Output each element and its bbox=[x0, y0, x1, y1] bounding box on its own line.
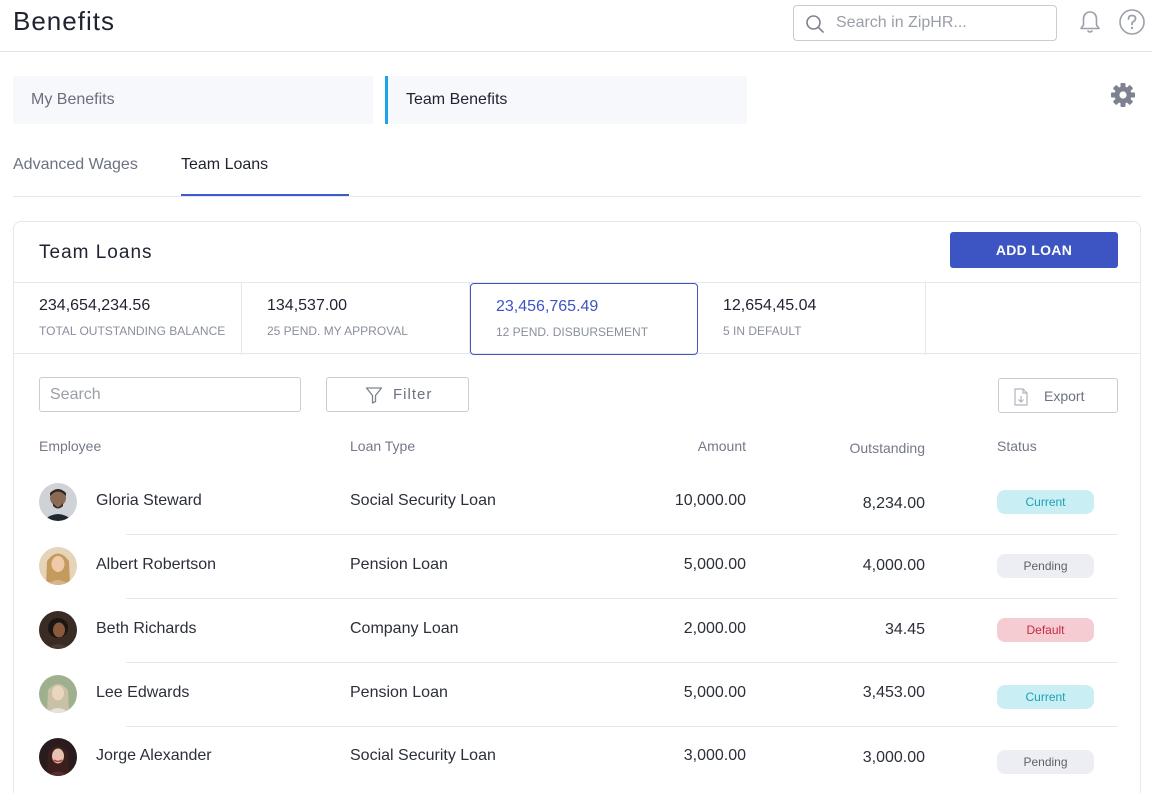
loan-type: Social Security Loan bbox=[350, 492, 496, 509]
loan-type: Pension Loan bbox=[350, 684, 448, 701]
loan-type: Social Security Loan bbox=[350, 747, 496, 764]
loan-outstanding: 3,000.00 bbox=[862, 749, 925, 766]
export-button[interactable]: Export bbox=[998, 378, 1118, 413]
avatar bbox=[39, 675, 77, 713]
employee-name: Albert Robertson bbox=[96, 556, 217, 573]
stat-value: 23,456,765.49 bbox=[496, 298, 599, 315]
help-icon[interactable] bbox=[1118, 8, 1146, 36]
tab-team-loans[interactable]: Team Loans bbox=[181, 156, 268, 174]
team-loans-card: Team Loans ADD LOAN 234,654,234.56 TOTAL… bbox=[13, 221, 1141, 793]
export-icon bbox=[1014, 388, 1028, 406]
filter-label: Filter bbox=[393, 386, 433, 403]
stat-value: 234,654,234.56 bbox=[39, 297, 151, 314]
status-badge: Pending bbox=[997, 554, 1094, 578]
tab-my-benefits[interactable]: My Benefits bbox=[13, 76, 373, 124]
loan-amount: 10,000.00 bbox=[674, 492, 746, 509]
gear-icon[interactable] bbox=[1109, 81, 1137, 109]
stat-label: 12 PEND. DISBURSEMENT bbox=[496, 325, 649, 339]
active-tab-indicator bbox=[181, 194, 349, 196]
stat-pending-approval[interactable]: 134,537.00 25 PEND. MY APPROVAL bbox=[242, 283, 470, 355]
stat-pending-disbursement[interactable]: 23,456,765.49 12 PEND. DISBURSEMENT bbox=[470, 283, 698, 355]
search-icon bbox=[806, 15, 824, 33]
table-search-input[interactable] bbox=[39, 377, 301, 412]
table-row[interactable]: Lee Edwards Pension Loan 5,000.00 3,453.… bbox=[14, 663, 1140, 727]
sub-tab-bar: Advanced Wages Team Loans bbox=[13, 150, 1141, 197]
column-header-amount[interactable]: Amount bbox=[698, 438, 746, 454]
employee-name: Beth Richards bbox=[96, 620, 197, 637]
loan-amount: 3,000.00 bbox=[683, 747, 746, 764]
stat-label: 5 IN DEFAULT bbox=[723, 324, 802, 338]
global-search[interactable] bbox=[793, 5, 1057, 41]
add-loan-button[interactable]: ADD LOAN bbox=[950, 232, 1118, 268]
export-label: Export bbox=[1044, 388, 1085, 404]
table-row[interactable]: Jorge Alexander Social Security Loan 3,0… bbox=[14, 726, 1140, 790]
stat-label: 25 PEND. MY APPROVAL bbox=[267, 324, 408, 338]
stat-total-outstanding[interactable]: 234,654,234.56 TOTAL OUTSTANDING BALANCE bbox=[14, 283, 242, 355]
table-row[interactable]: Albert Robertson Pension Loan 5,000.00 4… bbox=[14, 535, 1140, 599]
stats-row: 234,654,234.56 TOTAL OUTSTANDING BALANCE… bbox=[14, 282, 1140, 355]
employee-name: Gloria Steward bbox=[96, 492, 202, 509]
employee-name: Jorge Alexander bbox=[96, 747, 212, 764]
loan-type: Company Loan bbox=[350, 620, 459, 637]
loan-outstanding: 34.45 bbox=[884, 621, 925, 638]
table-row[interactable]: Gloria Steward Social Security Loan 10,0… bbox=[14, 471, 1140, 535]
tab-team-benefits[interactable]: Team Benefits bbox=[385, 76, 747, 124]
loan-outstanding: 8,234.00 bbox=[862, 495, 925, 512]
column-header-status[interactable]: Status bbox=[997, 438, 1037, 454]
loan-outstanding: 3,453.00 bbox=[862, 684, 925, 701]
global-search-input[interactable] bbox=[836, 12, 1046, 34]
filter-button[interactable]: Filter bbox=[326, 377, 469, 412]
stat-label: TOTAL OUTSTANDING BALANCE bbox=[39, 324, 226, 338]
top-bar: Benefits bbox=[0, 0, 1152, 52]
loan-amount: 5,000.00 bbox=[683, 684, 746, 701]
table-row[interactable]: Beth Richards Company Loan 2,000.00 34.4… bbox=[14, 599, 1140, 663]
bell-icon[interactable] bbox=[1076, 8, 1104, 36]
loan-amount: 5,000.00 bbox=[683, 556, 746, 573]
status-badge: Current bbox=[997, 685, 1094, 709]
filter-icon bbox=[365, 387, 383, 404]
avatar bbox=[39, 611, 77, 649]
loan-type: Pension Loan bbox=[350, 556, 448, 573]
page-title: Benefits bbox=[13, 6, 115, 36]
employee-name: Lee Edwards bbox=[96, 684, 190, 701]
stat-value: 134,537.00 bbox=[267, 297, 348, 314]
avatar bbox=[39, 483, 77, 521]
avatar bbox=[39, 547, 77, 585]
loan-amount: 2,000.00 bbox=[683, 620, 746, 637]
status-badge: Pending bbox=[997, 750, 1094, 774]
column-header-loan-type[interactable]: Loan Type bbox=[350, 438, 415, 454]
status-badge: Default bbox=[997, 618, 1094, 642]
avatar bbox=[39, 738, 77, 776]
card-title: Team Loans bbox=[39, 242, 153, 263]
status-badge: Current bbox=[997, 490, 1094, 514]
column-header-outstanding[interactable]: Outstanding bbox=[850, 440, 926, 456]
tab-advanced-wages[interactable]: Advanced Wages bbox=[13, 156, 138, 174]
stat-in-default[interactable]: 12,654,45.04 5 IN DEFAULT bbox=[698, 283, 926, 355]
column-header-employee[interactable]: Employee bbox=[39, 438, 101, 454]
stat-value: 12,654,45.04 bbox=[723, 297, 817, 314]
loan-outstanding: 4,000.00 bbox=[862, 557, 925, 574]
